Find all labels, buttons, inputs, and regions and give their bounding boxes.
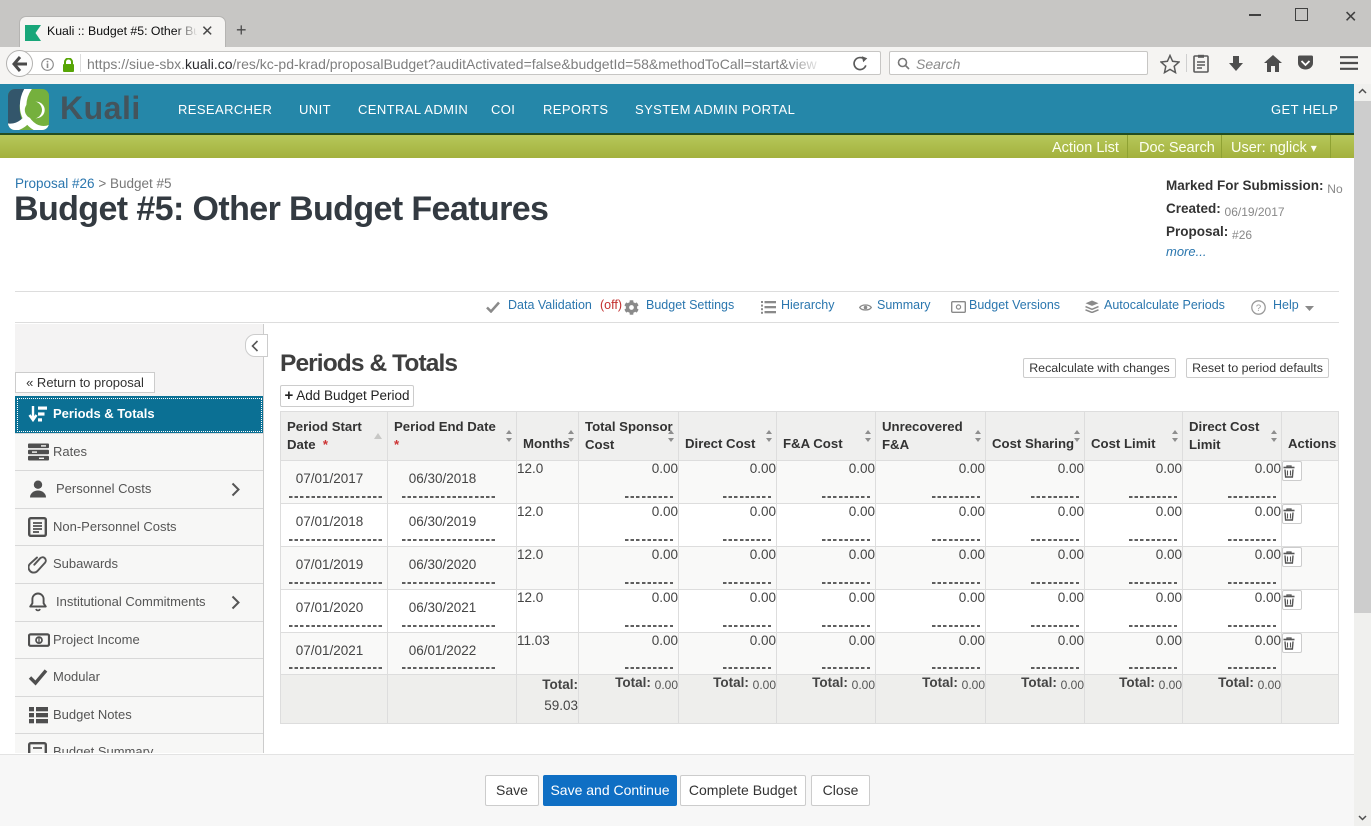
svg-text:?: ? xyxy=(1256,303,1261,314)
